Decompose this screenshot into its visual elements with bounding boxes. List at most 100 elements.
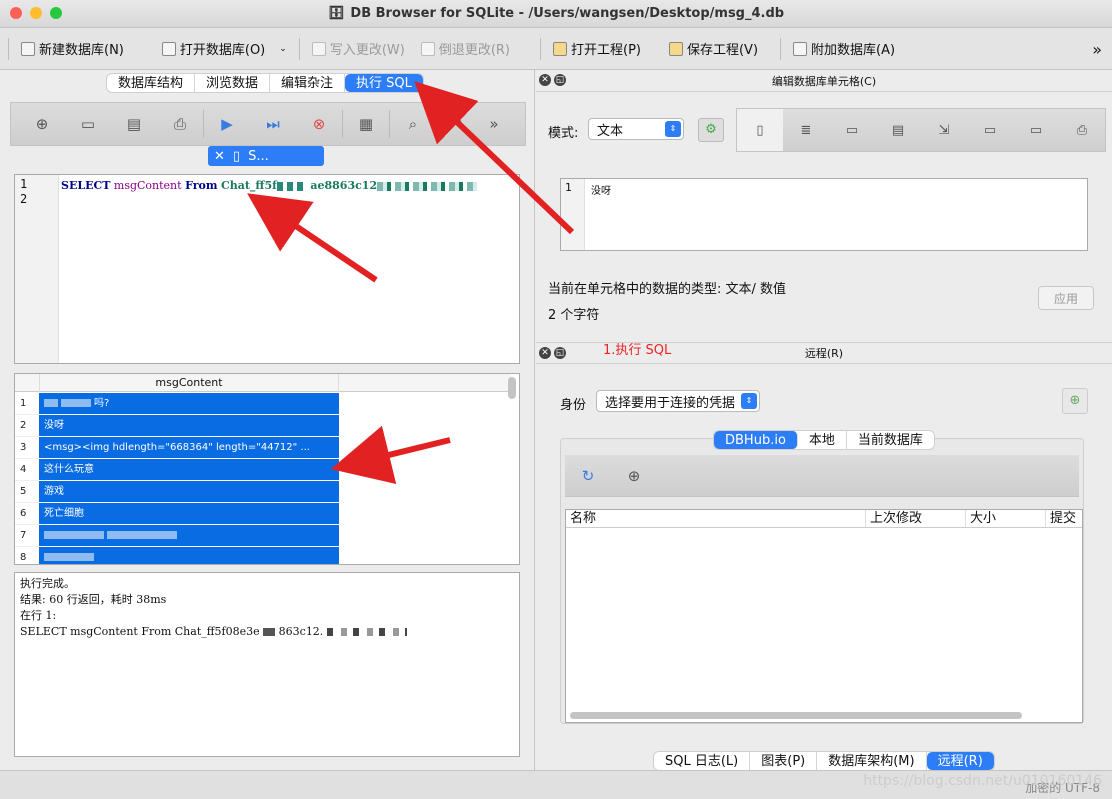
row-number: 2 [15, 415, 37, 437]
table-row[interactable]: 7 [15, 525, 511, 547]
sql-editor[interactable]: 1 2 SELECT msgContent From Chat_ff5f ae8… [14, 174, 520, 364]
save-project-label: 保存工程(V) [686, 43, 759, 58]
refresh-button[interactable]: ↻ [565, 461, 611, 491]
table-row[interactable]: 8 [15, 547, 511, 564]
column-header-msgcontent[interactable]: msgContent [39, 374, 339, 392]
tab-dbhub[interactable]: DBHub.io [714, 431, 798, 449]
clone-database-button[interactable]: ⊕ [611, 461, 657, 491]
tab-execute-sql[interactable]: 执行 SQL [345, 74, 423, 92]
open-project-button[interactable]: 打开工程(P) [545, 28, 649, 69]
result-cell[interactable]: 吗? [39, 393, 339, 414]
link-icon: ▭ [983, 122, 997, 138]
open-file-icon: ▭ [80, 115, 96, 133]
column-header-commit[interactable]: 提交 [1046, 510, 1082, 527]
remote-horizontal-scrollbar[interactable] [570, 712, 1022, 719]
chevron-right-icon: » [489, 115, 499, 133]
table-row[interactable]: 1 吗? [15, 393, 511, 415]
execute-line-button[interactable]: ⏭ [250, 109, 296, 139]
open-sql-file-button[interactable]: ▭ [65, 109, 111, 139]
result-cell[interactable]: 游戏 [39, 481, 339, 502]
zoom-window-button[interactable] [50, 7, 62, 19]
sql-toolbar-overflow-button[interactable]: » [482, 109, 506, 139]
line-number-gutter: 1 2 [15, 175, 59, 363]
remote-table[interactable]: 名称 上次修改 大小 提交 [565, 509, 1083, 723]
result-cell[interactable]: 这什么玩意 [39, 459, 339, 480]
column-header-last-modified[interactable]: 上次修改 [866, 510, 966, 527]
tab-local[interactable]: 本地 [798, 431, 847, 449]
sql-editor-tab[interactable]: ✕ ▯ S... [208, 146, 324, 166]
chevron-down-icon[interactable]: ⌄ [279, 44, 287, 54]
tab-plot[interactable]: 图表(P) [750, 752, 818, 770]
result-cell[interactable] [39, 525, 339, 546]
print-cell-button[interactable]: ⎙ [1059, 115, 1105, 145]
text-mode-button[interactable]: ▯ [737, 109, 783, 151]
import-icon: ▭ [845, 122, 859, 138]
minimize-window-button[interactable] [30, 7, 42, 19]
export-button[interactable]: ▤ [875, 115, 921, 145]
execute-all-button[interactable]: ▶ [204, 109, 250, 139]
redacted-text [107, 531, 177, 539]
null-button[interactable]: ▭ [967, 115, 1013, 145]
mode-select[interactable]: 文本 ⇕ [588, 118, 684, 140]
mode-value: 文本 [597, 123, 624, 139]
sql-code[interactable]: SELECT msgContent From Chat_ff5f ae8863c… [61, 178, 478, 193]
tab-db-schema[interactable]: 数据库架构(M) [817, 752, 927, 770]
document-icon: ▯ [756, 122, 764, 138]
tab-browse-data[interactable]: 浏览数据 [195, 74, 271, 92]
revert-changes-button[interactable]: 倒退更改(R) [413, 28, 518, 69]
close-window-button[interactable] [10, 7, 22, 19]
table-row[interactable]: 4 这什么玩意 [15, 459, 511, 481]
result-cell[interactable]: 死亡细胞 [39, 503, 339, 524]
tab-edit-pragmas[interactable]: 编辑杂注 [270, 74, 346, 92]
save-sql-file-button[interactable]: ▤ [111, 109, 157, 139]
toolbar-overflow-button[interactable]: » [1092, 40, 1102, 59]
identity-select[interactable]: 选择要用于连接的凭据 ⇕ [596, 390, 760, 412]
column-header-size[interactable]: 大小 [966, 510, 1046, 527]
save-results-button[interactable]: ▦ [343, 109, 389, 139]
tab-sql-log[interactable]: SQL 日志(L) [654, 752, 751, 770]
close-dock-icon[interactable]: ✕ [539, 347, 551, 359]
add-identity-button[interactable]: ⊕ [1062, 388, 1088, 414]
column-header-name[interactable]: 名称 [566, 510, 866, 527]
results-grid[interactable]: msgContent 1 吗? 2 没呀 3 <msg><img hdlength="… [14, 373, 520, 565]
results-header: msgContent [15, 374, 511, 392]
status-bar: 加密的 UTF-8 https://blog.csdn.net/u0101601… [0, 770, 1112, 799]
stop-execution-button[interactable]: ⊗ [296, 109, 342, 139]
table-row[interactable]: 2 没呀 [15, 415, 511, 437]
apply-button[interactable]: 应用 [1038, 286, 1094, 310]
line-number: 2 [20, 192, 28, 206]
attach-database-button[interactable]: 附加数据库(A) [785, 28, 903, 69]
open-database-button[interactable]: 打开数据库(O) ⌄ [154, 28, 295, 69]
tab-database-structure[interactable]: 数据库结构 [107, 74, 196, 92]
result-cell[interactable]: <msg><img hdlength="668364" length="4471… [39, 437, 339, 458]
close-dock-icon[interactable]: ✕ [539, 74, 551, 86]
close-tab-icon[interactable]: ✕ [214, 149, 225, 164]
save-project-button[interactable]: 保存工程(V) [661, 28, 766, 69]
word-wrap-button[interactable]: ≣ [783, 115, 829, 145]
tab-remote[interactable]: 远程(R) [926, 752, 994, 770]
float-dock-icon[interactable]: ◱ [554, 347, 566, 359]
new-database-button[interactable]: 新建数据库(N) [13, 28, 132, 69]
set-null-button[interactable]: ▭ [1013, 115, 1059, 145]
open-database-icon [161, 41, 176, 56]
open-external-button[interactable]: ⇲ [921, 115, 967, 145]
import-button[interactable]: ▭ [829, 115, 875, 145]
result-cell[interactable]: 没呀 [39, 415, 339, 436]
open-tab-button[interactable]: ⊕ [19, 109, 65, 139]
result-cell[interactable] [39, 547, 339, 564]
table-row[interactable]: 6 死亡细胞 [15, 503, 511, 525]
cell-line-number: 1 [561, 179, 585, 250]
float-dock-icon[interactable]: ◱ [554, 74, 566, 86]
print-button[interactable]: ⎙ [157, 109, 203, 139]
table-row[interactable]: 3 <msg><img hdlength="668364" length="447… [15, 437, 511, 459]
write-changes-button[interactable]: 写入更改(W) [304, 28, 413, 69]
cell-char-count: 2 个字符 [548, 308, 600, 323]
find-button[interactable]: ⌕ [390, 109, 436, 139]
auto-format-button[interactable]: ⚙ [698, 118, 724, 142]
find-replace-button[interactable]: ᵇ [436, 109, 482, 139]
main-tabs: 数据库结构 浏览数据 编辑杂注 执行 SQL [106, 73, 424, 93]
table-row[interactable]: 5 游戏 [15, 481, 511, 503]
cell-editor[interactable]: 1 没呀 1.执行 SQL [560, 178, 1088, 358]
cell-value[interactable]: 没呀 [591, 182, 611, 197]
tab-current-database[interactable]: 当前数据库 [847, 431, 934, 449]
